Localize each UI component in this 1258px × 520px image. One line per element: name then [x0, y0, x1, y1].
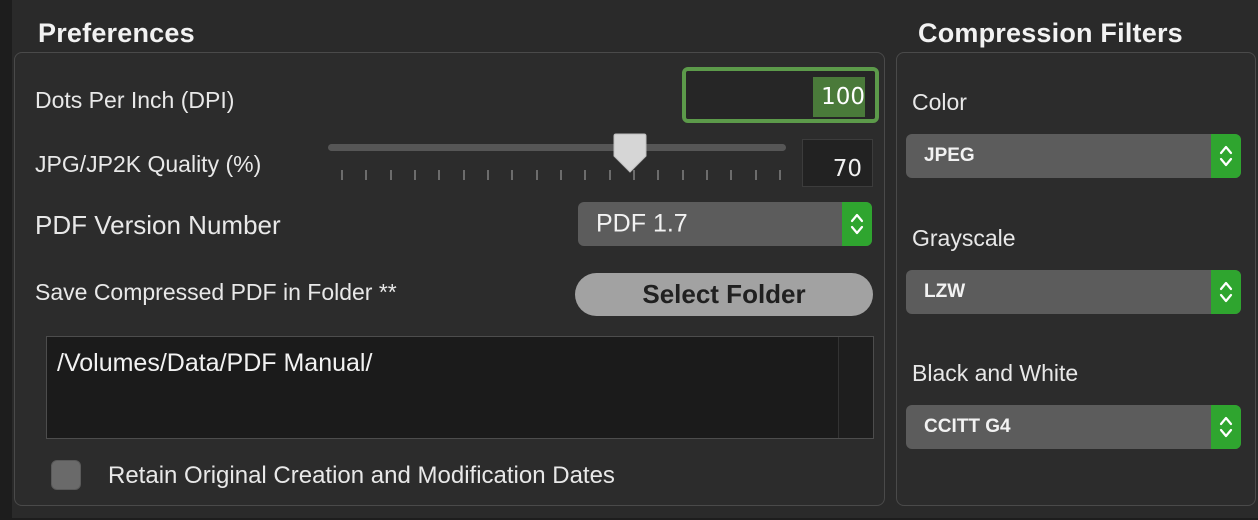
- quality-slider-track[interactable]: [328, 144, 786, 151]
- color-filter-value: JPEG: [924, 145, 975, 166]
- color-filter-label: Color: [912, 89, 967, 115]
- pdf-version-label: PDF Version Number: [35, 210, 281, 240]
- slider-tick: [682, 170, 684, 180]
- retain-dates-label: Retain Original Creation and Modificatio…: [108, 462, 615, 489]
- grayscale-filter-label: Grayscale: [912, 225, 1016, 251]
- slider-tick: [755, 170, 757, 180]
- window: Preferences Dots Per Inch (DPI) 100 JPG/…: [0, 0, 1258, 520]
- pdf-version-value: PDF 1.7: [596, 209, 688, 238]
- slider-tick: [609, 170, 611, 180]
- select-folder-button[interactable]: Select Folder: [575, 273, 873, 316]
- retain-dates-checkbox[interactable]: [51, 460, 81, 490]
- chevron-up-down-icon: [1211, 405, 1241, 449]
- quality-value: 70: [832, 156, 862, 182]
- compression-title: Compression Filters: [918, 18, 1183, 48]
- preferences-title: Preferences: [38, 18, 195, 48]
- slider-tick: [511, 170, 513, 180]
- chevron-up-down-icon: [842, 202, 872, 246]
- bw-filter-value: CCITT G4: [924, 416, 1011, 437]
- slider-tick: [779, 170, 781, 180]
- dpi-value: 100: [821, 84, 865, 110]
- pdf-version-select[interactable]: PDF 1.7: [578, 202, 872, 246]
- slider-tick: [390, 170, 392, 180]
- quality-slider-thumb-icon[interactable]: [612, 132, 648, 176]
- slider-tick: [487, 170, 489, 180]
- slider-tick: [730, 170, 732, 180]
- quality-input[interactable]: 70: [802, 139, 873, 187]
- slider-tick: [341, 170, 343, 180]
- quality-slider-ticks: [341, 170, 781, 184]
- slider-tick: [536, 170, 538, 180]
- slider-tick: [438, 170, 440, 180]
- bw-filter-label: Black and White: [912, 360, 1079, 386]
- slider-tick: [414, 170, 416, 180]
- chevron-up-down-icon: [1211, 270, 1241, 314]
- dpi-input[interactable]: 100: [682, 67, 879, 123]
- dpi-label: Dots Per Inch (DPI): [35, 87, 235, 113]
- slider-tick: [560, 170, 562, 180]
- bw-filter-select[interactable]: CCITT G4: [906, 405, 1241, 449]
- slider-tick: [584, 170, 586, 180]
- folder-path-text: /Volumes/Data/PDF Manual/: [57, 349, 373, 377]
- grayscale-filter-select[interactable]: LZW: [906, 270, 1241, 314]
- color-filter-select[interactable]: JPEG: [906, 134, 1241, 178]
- slider-tick: [657, 170, 659, 180]
- grayscale-filter-value: LZW: [924, 281, 966, 302]
- chevron-up-down-icon: [1211, 134, 1241, 178]
- folder-path-field[interactable]: /Volumes/Data/PDF Manual/: [46, 336, 874, 439]
- slider-tick: [706, 170, 708, 180]
- slider-tick: [365, 170, 367, 180]
- slider-tick: [463, 170, 465, 180]
- folder-path-scrollbar[interactable]: [838, 337, 873, 438]
- save-folder-label: Save Compressed PDF in Folder **: [35, 279, 397, 305]
- quality-label: JPG/JP2K Quality (%): [35, 151, 262, 177]
